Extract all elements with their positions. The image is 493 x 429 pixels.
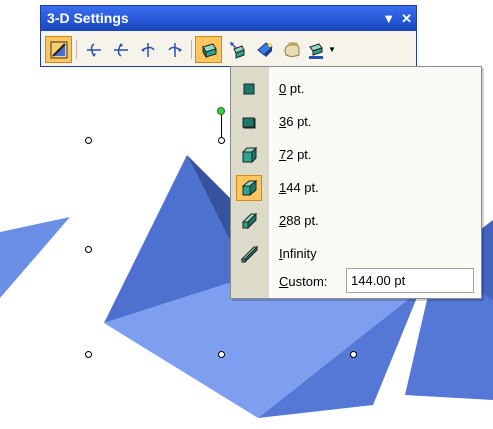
surface-icon	[283, 41, 299, 57]
3d-settings-toolbar: 3-D Settings ▼ ✕ ▼	[40, 5, 417, 67]
rotation-handle[interactable]	[217, 107, 225, 115]
menu-item-label: 36 pt.	[279, 114, 312, 129]
tilt-up-button[interactable]	[107, 36, 134, 63]
depth-item-288pt[interactable]: 288 pt.	[231, 204, 481, 237]
toolbar-buttons: ▼	[43, 34, 414, 64]
close-icon[interactable]: ✕	[401, 6, 412, 31]
selection-handle-bottom-left[interactable]	[85, 351, 92, 358]
custom-depth-label: Custom:	[279, 274, 328, 289]
selection-handle-top-middle[interactable]	[218, 137, 225, 144]
toolbar-separator	[191, 40, 192, 59]
tilt-left-icon	[140, 42, 155, 57]
depth-item-36pt[interactable]: 36 pt.	[231, 105, 481, 138]
tilt-right-button[interactable]	[161, 36, 188, 63]
depth-72pt-icon	[236, 142, 262, 168]
lighting-icon	[256, 41, 273, 57]
depth-item-72pt[interactable]: 72 pt.	[231, 138, 481, 171]
direction-button[interactable]	[224, 36, 251, 63]
depth-menu: 0 pt. 36 pt. 72 pt. 144 pt. 288 pt. Infi…	[230, 66, 482, 299]
menu-item-label: Infinity	[279, 246, 317, 261]
tilt-up-icon	[113, 42, 128, 57]
surface-button[interactable]	[278, 36, 305, 63]
depth-custom-row: Custom:	[231, 264, 481, 298]
depth-icon	[201, 42, 217, 59]
depth-0pt-icon	[236, 76, 262, 102]
rotation-handle-stem	[221, 114, 222, 138]
selection-handle-bottom-right[interactable]	[350, 351, 357, 358]
menu-item-label: 144 pt.	[279, 180, 319, 195]
direction-icon	[229, 41, 245, 59]
chevron-down-icon: ▼	[328, 45, 336, 54]
3d-color-icon	[309, 42, 323, 59]
tilt-down-icon	[86, 42, 101, 57]
tilt-down-button[interactable]	[80, 36, 107, 63]
depth-item-144pt[interactable]: 144 pt.	[231, 171, 481, 204]
depth-item-0pt[interactable]: 0 pt.	[231, 72, 481, 105]
custom-depth-input[interactable]	[346, 268, 474, 293]
lighting-button[interactable]	[251, 36, 278, 63]
selection-handle-bottom-middle[interactable]	[218, 351, 225, 358]
selection-handle-middle-left[interactable]	[85, 246, 92, 253]
tilt-right-icon	[167, 42, 182, 57]
menu-item-label: 72 pt.	[279, 147, 312, 162]
3d-color-button[interactable]	[305, 36, 327, 63]
selection-handle-top-left[interactable]	[85, 137, 92, 144]
depth-36pt-icon	[236, 109, 262, 135]
menu-item-label: 288 pt.	[279, 213, 319, 228]
toolbar-title-bar[interactable]: 3-D Settings ▼ ✕	[41, 6, 416, 31]
toolbar-separator	[76, 40, 77, 59]
left-shape-fragment	[0, 217, 70, 298]
toolbar-title: 3-D Settings	[47, 10, 129, 26]
3d-color-dropdown[interactable]: ▼	[327, 36, 337, 63]
depth-288pt-icon	[236, 208, 262, 234]
menu-item-label: 0 pt.	[279, 81, 305, 96]
3d-on-off-icon	[50, 41, 67, 58]
tilt-left-button[interactable]	[134, 36, 161, 63]
depth-144pt-icon	[236, 175, 262, 201]
toolbar-options-arrow-icon[interactable]: ▼	[382, 6, 395, 31]
3d-on-off-button[interactable]	[45, 36, 72, 63]
depth-button[interactable]	[195, 36, 222, 63]
